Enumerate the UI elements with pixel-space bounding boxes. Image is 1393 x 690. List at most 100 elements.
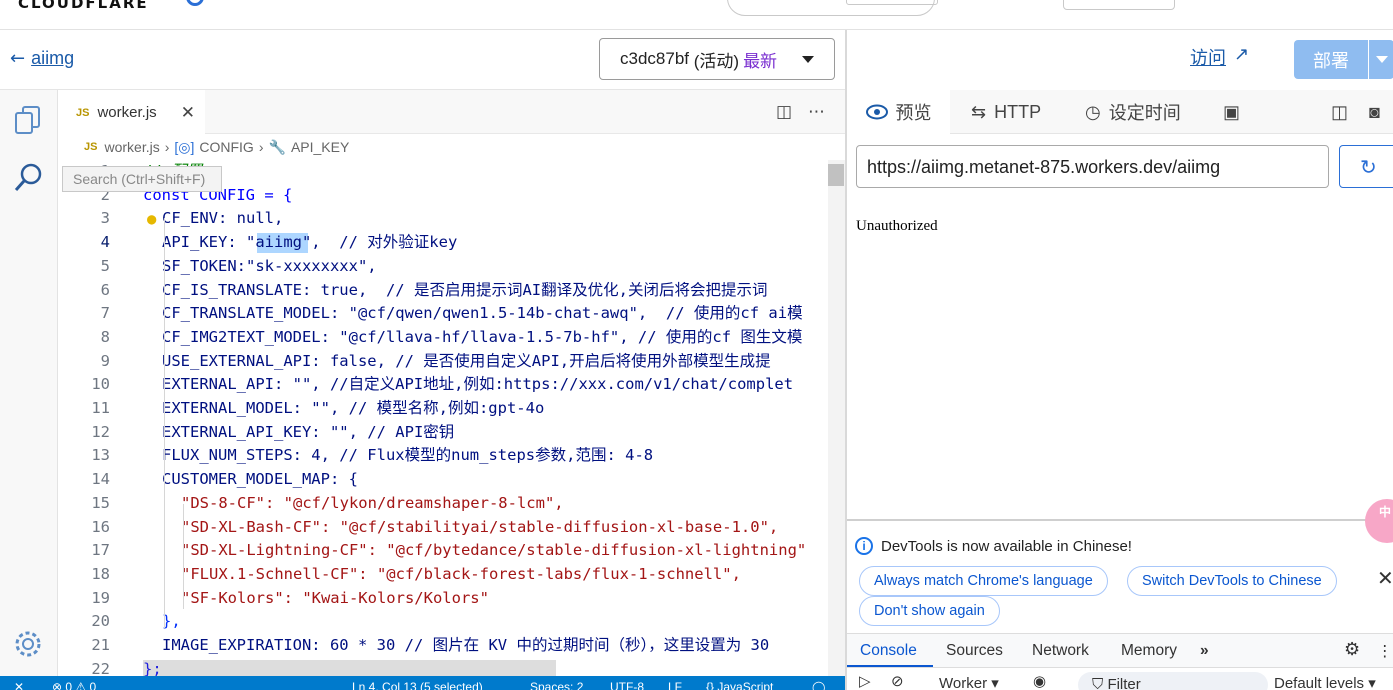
version-select[interactable]: c3dc87bf (活动) 最新 bbox=[599, 38, 835, 80]
notice-text: DevTools is now available in Chinese! bbox=[881, 537, 1132, 555]
eye-icon[interactable]: ◉ bbox=[1033, 672, 1046, 690]
close-icon[interactable]: ✕ bbox=[181, 103, 195, 123]
deploy-separator bbox=[1368, 40, 1369, 79]
deploy-button[interactable]: 部署 bbox=[1294, 40, 1393, 79]
end-of-line[interactable]: LF bbox=[668, 680, 682, 690]
clear-console-icon[interactable]: ⊘ bbox=[891, 672, 904, 690]
sidebar-toggle-icon[interactable]: ▷ bbox=[859, 672, 871, 690]
editor-tabs: JS worker.js ✕ ◫ ⋯ bbox=[58, 90, 845, 134]
visit-link[interactable]: 访问 ↗ bbox=[1190, 44, 1249, 70]
floating-translate-badge[interactable]: 中 bbox=[1365, 499, 1393, 543]
preview-tabs: 预览 ⇆ HTTP ◷ 设定时间 ▣ ◫ ◙ bbox=[847, 90, 1393, 134]
code-line: 19 "SF-Kolors": "Kwai-Kolors/Kolors" bbox=[58, 587, 828, 611]
gear-icon[interactable] bbox=[13, 629, 43, 659]
code-line: 6 CF_IS_TRANSLATE: true, // 是否启用提示词AI翻译及优… bbox=[58, 279, 828, 303]
top-menu-button[interactable] bbox=[1063, 0, 1175, 10]
top-search-box[interactable] bbox=[727, 0, 938, 16]
line-number: 15 bbox=[91, 493, 110, 512]
preview-url-input[interactable]: https://aiimg.metanet-875.workers.dev/ai… bbox=[856, 145, 1329, 188]
code-line: 5 SF_TOKEN:"sk-xxxxxxxx", bbox=[58, 255, 828, 279]
code-line: 4 API_KEY: "aiimg", // 对外验证key bbox=[58, 231, 828, 255]
line-number: 18 bbox=[91, 564, 110, 583]
more-tabs-icon[interactable]: » bbox=[1200, 642, 1209, 660]
remote-icon[interactable]: ✕ bbox=[14, 680, 24, 690]
js-file-icon: JS bbox=[84, 141, 98, 153]
horizontal-scrollbar[interactable] bbox=[143, 660, 556, 676]
tab-http[interactable]: ⇆ HTTP bbox=[971, 90, 1041, 134]
lightbulb-icon[interactable]: ● bbox=[147, 208, 156, 232]
tab-label: worker.js bbox=[97, 104, 157, 121]
more-actions-icon[interactable]: ⋯ bbox=[808, 102, 825, 122]
line-text: "SD-XL-Bash-CF": "@cf/stabilityai/stable… bbox=[181, 517, 779, 536]
split-view-icon[interactable]: ◫ bbox=[1331, 90, 1348, 134]
gear-icon[interactable]: ⚙ bbox=[1344, 639, 1360, 660]
explorer-files-icon[interactable] bbox=[14, 104, 42, 136]
devtools-resize-handle[interactable] bbox=[847, 519, 1393, 521]
log-levels-select[interactable]: Default levels ▾ bbox=[1274, 674, 1376, 690]
devtools-tab-console[interactable]: Console bbox=[860, 642, 917, 660]
tab-label: 设定时间 bbox=[1108, 103, 1181, 123]
search-icon[interactable] bbox=[14, 162, 44, 194]
indent-guide bbox=[183, 504, 184, 609]
close-icon[interactable]: ✕ bbox=[1377, 566, 1393, 590]
scrollbar-thumb[interactable] bbox=[828, 164, 844, 186]
line-number: 20 bbox=[91, 612, 110, 631]
top-search-button[interactable] bbox=[846, 0, 938, 5]
cursor-position[interactable]: Ln 4, Col 13 (5 selected) bbox=[352, 680, 483, 690]
split-editor-icon[interactable]: ◫ bbox=[776, 102, 792, 122]
match-language-button[interactable]: Always match Chrome's language bbox=[859, 566, 1108, 596]
more-options-icon[interactable]: ⋮ bbox=[1377, 642, 1393, 661]
console-filter-input[interactable]: ⛉ Filter bbox=[1078, 672, 1268, 690]
tab-worker-js[interactable]: JS worker.js ✕ bbox=[58, 90, 205, 134]
wrench-property-icon: 🔧 bbox=[268, 138, 286, 155]
line-text: "DS-8-CF": "@cf/lykon/dreamshaper-8-lcm"… bbox=[181, 493, 564, 512]
cloudflare-logo[interactable]: CLOUDFLARE bbox=[18, 0, 149, 12]
devtools-tab-sources[interactable]: Sources bbox=[946, 642, 1003, 660]
line-number: 4 bbox=[100, 233, 110, 252]
language-mode[interactable]: {} JavaScript bbox=[706, 680, 773, 690]
code-line: 14 CUSTOMER_MODEL_MAP: { bbox=[58, 468, 828, 492]
line-number: 22 bbox=[91, 659, 110, 676]
switch-chinese-button[interactable]: Switch DevTools to Chinese bbox=[1127, 566, 1337, 596]
code-editor[interactable]: 1// 配置 2const CONFIG = { 3●CF_ENV: null,… bbox=[58, 160, 828, 676]
account-icon[interactable] bbox=[186, 0, 204, 6]
devtools-tab-network[interactable]: Network bbox=[1032, 642, 1089, 660]
search-tooltip: Search (Ctrl+Shift+F) bbox=[62, 166, 222, 192]
tab-preview[interactable]: 预览 bbox=[847, 90, 950, 134]
dont-show-button[interactable]: Don't show again bbox=[859, 596, 1000, 626]
editor-actions: ◫ ⋯ bbox=[776, 102, 825, 122]
swap-arrows-icon: ⇆ bbox=[971, 101, 987, 122]
js-file-icon: JS bbox=[76, 106, 90, 119]
encoding[interactable]: UTF-8 bbox=[610, 680, 644, 690]
arrow-left-icon: ← bbox=[10, 48, 26, 69]
indentation[interactable]: Spaces: 2 bbox=[530, 680, 583, 690]
breadcrumb: JS worker.js › [◎] CONFIG › 🔧 API_KEY bbox=[58, 134, 828, 160]
terminal-icon[interactable]: ▣ bbox=[1223, 90, 1240, 134]
line-text: EXTERNAL_MODEL: "", // 模型名称,例如:gpt-4o bbox=[162, 399, 545, 417]
warning-count: 0 bbox=[89, 680, 97, 690]
line-number: 21 bbox=[91, 636, 110, 654]
line-text: CF_ENV: null, bbox=[162, 209, 284, 228]
back-link-label: aiimg bbox=[31, 48, 75, 68]
info-icon: i bbox=[855, 537, 873, 555]
vertical-scrollbar[interactable] bbox=[828, 160, 845, 676]
breadcrumb-file[interactable]: worker.js bbox=[104, 139, 159, 155]
line-number: 6 bbox=[100, 280, 110, 299]
devtools-tab-memory[interactable]: Memory bbox=[1121, 642, 1177, 660]
tab-schedule[interactable]: ◷ 设定时间 bbox=[1085, 90, 1181, 134]
filter-icon: ⛉ bbox=[1092, 676, 1104, 690]
refresh-icon[interactable]: ↻ bbox=[1339, 145, 1393, 188]
chevron-down-icon[interactable] bbox=[1376, 56, 1388, 63]
line-text: "SF-Kolors": "Kwai-Kolors/Kolors" bbox=[181, 588, 489, 607]
discord-icon[interactable]: ◙ bbox=[1369, 90, 1380, 134]
context-select[interactable]: Worker ▾ bbox=[939, 674, 999, 690]
version-id: c3dc87bf bbox=[620, 49, 689, 68]
breadcrumb-object[interactable]: CONFIG bbox=[199, 139, 253, 155]
problems-indicator[interactable]: ⊗ 0 ⚠ 0 bbox=[52, 680, 96, 690]
line-number: 10 bbox=[91, 375, 110, 394]
filter-placeholder: Filter bbox=[1107, 676, 1141, 690]
back-link[interactable]: ← aiimg bbox=[10, 48, 74, 69]
notifications-bell-icon[interactable]: ◯ bbox=[812, 680, 825, 690]
breadcrumb-property[interactable]: API_KEY bbox=[291, 139, 349, 155]
version-latest-badge: 最新 bbox=[743, 51, 778, 71]
